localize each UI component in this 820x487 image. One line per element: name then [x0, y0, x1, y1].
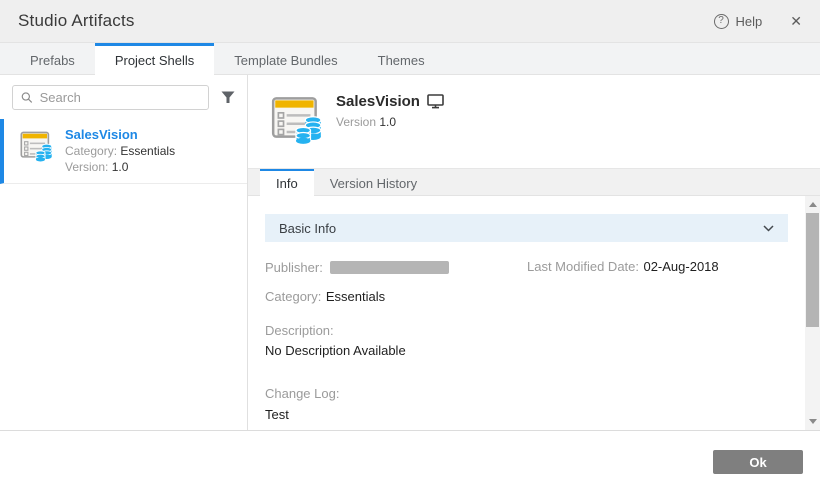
- ok-button[interactable]: Ok: [713, 450, 803, 474]
- monitor-icon: [427, 94, 444, 109]
- artifact-tabbar: Prefabs Project Shells Template Bundles …: [0, 42, 820, 75]
- scroll-down-arrow[interactable]: [805, 414, 820, 429]
- chevron-down-icon[interactable]: [763, 225, 774, 232]
- category-row: Category: Essentials: [265, 288, 788, 306]
- publisher-redacted-value: [330, 261, 449, 274]
- help-icon: ?: [714, 14, 729, 29]
- scroll-up-arrow[interactable]: [805, 197, 820, 212]
- search-icon: [21, 91, 33, 104]
- description-value: No Description Available: [265, 343, 788, 358]
- salesvision-app-icon-large: [268, 90, 326, 146]
- tab-version-history[interactable]: Version History: [314, 169, 433, 195]
- dialog-footer: Ok: [0, 430, 820, 487]
- basic-info-accordion-header[interactable]: Basic Info: [265, 214, 788, 242]
- list-item-version: Version: 1.0: [65, 160, 175, 174]
- close-icon[interactable]: ✕: [790, 14, 802, 28]
- changelog-label: Change Log:: [265, 386, 788, 401]
- changelog-value: Test: [265, 407, 788, 422]
- vertical-scrollbar[interactable]: [805, 196, 820, 430]
- detail-version: Version 1.0: [336, 115, 444, 129]
- description-label: Description:: [265, 323, 788, 338]
- help-button[interactable]: ? Help: [714, 14, 763, 29]
- tab-prefabs[interactable]: Prefabs: [10, 43, 95, 74]
- salesvision-app-icon: [18, 127, 55, 163]
- list-item-category: Category: Essentials: [65, 144, 175, 158]
- detail-header: SalesVision Version 1.0: [248, 75, 820, 168]
- detail-title: SalesVision: [336, 93, 420, 110]
- artifact-list-sidebar: SalesVision Category: Essentials Version…: [0, 75, 248, 430]
- last-modified-label: Last Modified Date:: [527, 259, 639, 274]
- page-title: Studio Artifacts: [18, 11, 135, 31]
- list-item-title[interactable]: SalesVision: [65, 127, 175, 142]
- detail-tabbar: Info Version History: [248, 168, 820, 196]
- basic-info-title: Basic Info: [279, 221, 336, 236]
- category-label: Category:: [265, 289, 321, 304]
- search-input[interactable]: [40, 90, 200, 105]
- help-label: Help: [736, 14, 763, 29]
- tab-themes[interactable]: Themes: [358, 43, 445, 74]
- window-header: Studio Artifacts ? Help ✕: [0, 0, 820, 42]
- studio-artifacts-dialog: Studio Artifacts ? Help ✕ Prefabs Projec…: [0, 0, 820, 487]
- tab-info[interactable]: Info: [260, 169, 314, 196]
- publisher-label: Publisher:: [265, 260, 323, 275]
- tab-template-bundles[interactable]: Template Bundles: [214, 43, 357, 74]
- last-modified-value: 02-Aug-2018: [643, 259, 718, 274]
- filter-icon[interactable]: [217, 87, 239, 109]
- list-item-salesvision[interactable]: SalesVision Category: Essentials Version…: [0, 119, 247, 184]
- tab-project-shells[interactable]: Project Shells: [95, 43, 214, 75]
- info-content: Basic Info Publisher: Last Modified Date…: [248, 196, 805, 430]
- detail-panel: SalesVision Version 1.0 Info Version His…: [248, 75, 820, 430]
- info-content-viewport: Basic Info Publisher: Last Modified Date…: [248, 196, 820, 430]
- search-box: [12, 85, 209, 110]
- category-value: Essentials: [326, 289, 385, 304]
- publisher-row: Publisher: Last Modified Date: 02-Aug-20…: [265, 258, 788, 276]
- scrollbar-thumb[interactable]: [806, 213, 819, 327]
